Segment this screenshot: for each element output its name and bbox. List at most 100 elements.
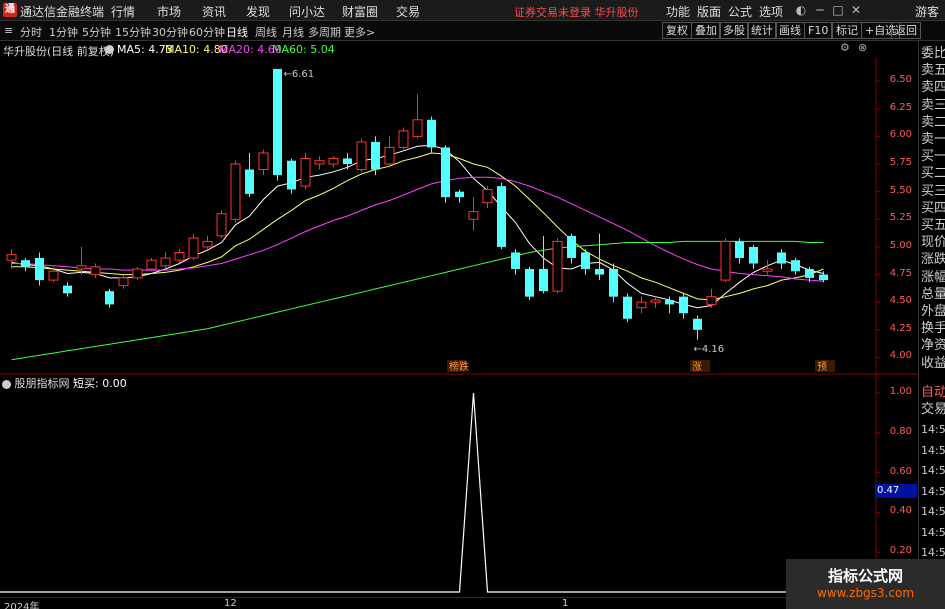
candle-body-up	[706, 296, 717, 305]
indicator-title-line: 股朋指标网 短买: 0.00	[2, 375, 127, 391]
candle-body-down	[791, 260, 800, 272]
candle-body-up	[76, 265, 87, 270]
period-30min[interactable]: 30分钟	[152, 24, 188, 40]
candle-body-down	[819, 274, 828, 281]
tool-f10[interactable]: F10	[804, 22, 833, 39]
candle-body-up	[90, 266, 101, 276]
menu-ask[interactable]: 问小达	[289, 3, 325, 20]
period-more[interactable]: 更多>	[344, 24, 375, 40]
candle-body-down	[511, 252, 520, 270]
menu-arrow-icon[interactable]: ≡	[4, 24, 13, 37]
candle-body-down	[371, 141, 380, 170]
candle-body-down	[287, 160, 296, 190]
price-tick-label: 6.50	[889, 74, 912, 86]
candle-body-down	[581, 252, 590, 270]
indicator-current-value: 0.47	[875, 484, 917, 498]
candle-body-up	[160, 257, 171, 267]
period-monthly[interactable]: 月线	[282, 24, 304, 40]
menu-quotes[interactable]: 行情	[111, 3, 135, 20]
candle-body-down	[343, 158, 352, 165]
indicator-tick-label: 1.00	[889, 386, 912, 397]
candle-body-up	[720, 240, 731, 281]
price-tick-label: 6.25	[889, 101, 912, 113]
menu-layout[interactable]: 版面	[697, 3, 721, 20]
candle-body-down	[735, 241, 744, 258]
indicator-value: 短买: 0.00	[73, 377, 127, 390]
candle-body-up	[300, 157, 311, 187]
candle-body-down	[595, 269, 604, 275]
candle-body-up	[636, 301, 647, 309]
candle-body-down	[35, 257, 44, 281]
tool-overlay[interactable]: 叠加	[691, 22, 721, 39]
candle-body-down	[805, 269, 814, 278]
candle-body-up	[132, 268, 143, 279]
panel-tab[interactable]: 自动	[921, 384, 945, 401]
trade-time: 14:56	[921, 505, 945, 518]
tool-draw[interactable]: 画线	[775, 22, 805, 39]
quote-label: 买三	[921, 183, 945, 199]
period-15min[interactable]: 15分钟	[115, 24, 151, 40]
price-tick-label: 5.50	[889, 184, 912, 196]
candle-body-down	[749, 246, 758, 264]
indicator-title: 股朋指标网	[14, 377, 70, 390]
period-weekly[interactable]: 周线	[255, 24, 277, 40]
price-tick-label: 5.75	[889, 157, 912, 169]
indicator-tick-label: 0.20	[889, 545, 912, 557]
event-marker: 榜跌	[449, 360, 469, 373]
period-multi[interactable]: 多周期	[308, 24, 341, 40]
guest-login[interactable]: 游客	[915, 3, 939, 20]
tool-mark[interactable]: 标记	[832, 22, 862, 39]
candle-body-down	[693, 318, 702, 330]
tool-stats[interactable]: 统计	[747, 22, 777, 39]
candle-body-down	[679, 296, 688, 314]
tool-multi-stock[interactable]: 多股	[719, 22, 749, 39]
period-1min[interactable]: 1分钟	[49, 24, 78, 40]
candle-body-down	[539, 269, 548, 292]
candle-body-up	[188, 237, 199, 259]
candle-body-up	[356, 141, 367, 171]
indicator-tick-label: 0.80	[889, 425, 912, 437]
title-bar: 通 通达信金融终端 行情 市场 资讯 发现 问小达 财富圈 交易 证券交易未登录…	[0, 0, 945, 21]
menu-function[interactable]: 功能	[666, 3, 690, 20]
candle-body-down	[525, 269, 534, 297]
menu-options[interactable]: 选项	[759, 3, 783, 20]
trade-login-alert[interactable]: 证券交易未登录 华升股份	[514, 4, 639, 20]
period-60min[interactable]: 60分钟	[189, 24, 225, 40]
period-daily[interactable]: 日线	[226, 24, 248, 40]
candle-body-down	[455, 191, 464, 198]
low-annotation: ←4.16	[694, 344, 725, 355]
period-timeshare[interactable]: 分时	[20, 24, 42, 40]
menu-formula[interactable]: 公式	[728, 3, 752, 20]
panel-tab[interactable]: 交易	[921, 401, 945, 418]
indicator-pane	[0, 392, 880, 593]
high-annotation: ←6.61	[284, 69, 315, 80]
candle-body-down	[273, 68, 282, 176]
candle-body-up	[468, 211, 479, 220]
menu-discover[interactable]: 发现	[246, 3, 270, 20]
quote-label: 涨幅	[921, 269, 945, 285]
watermark: 指标公式网 www.zbgs3.com	[786, 559, 945, 609]
tool-adjust[interactable]: 复权	[662, 22, 692, 39]
candle-body-down	[105, 291, 114, 305]
period-5min[interactable]: 5分钟	[82, 24, 111, 40]
menu-trade[interactable]: 交易	[396, 3, 420, 20]
candle-body-up	[398, 130, 409, 148]
candle-body-down	[427, 119, 436, 148]
skin-icon[interactable]: ◐	[792, 1, 810, 19]
close-icon[interactable]: ✕	[847, 1, 865, 19]
candle-body-up	[118, 277, 129, 287]
quote-panel: 委比 卖五 卖四 卖三 卖二 卖一 买一 买二 买三 买四 买五 现价 涨跌 涨幅 总量 外盘 换手 净资 收益 自动…	[918, 41, 945, 609]
ma5-line	[11, 144, 824, 309]
menu-market[interactable]: 市场	[157, 3, 181, 20]
menu-wealth[interactable]: 财富圈	[342, 3, 378, 20]
tool-back[interactable]: 返回	[891, 22, 921, 39]
kline-chart[interactable]: ←6.61 ←4.16 榜跌 涨 预	[0, 41, 918, 609]
menu-news[interactable]: 资讯	[202, 3, 226, 20]
indicator-tick-label: 0.40	[889, 505, 912, 517]
candle-body-up	[48, 270, 59, 281]
maximize-icon[interactable]: □	[829, 1, 847, 19]
quote-label: 换手	[921, 321, 945, 337]
minimize-icon[interactable]: ─	[811, 1, 829, 19]
indicator-collapse-icon[interactable]	[2, 379, 11, 389]
candle-body-up	[650, 299, 661, 303]
